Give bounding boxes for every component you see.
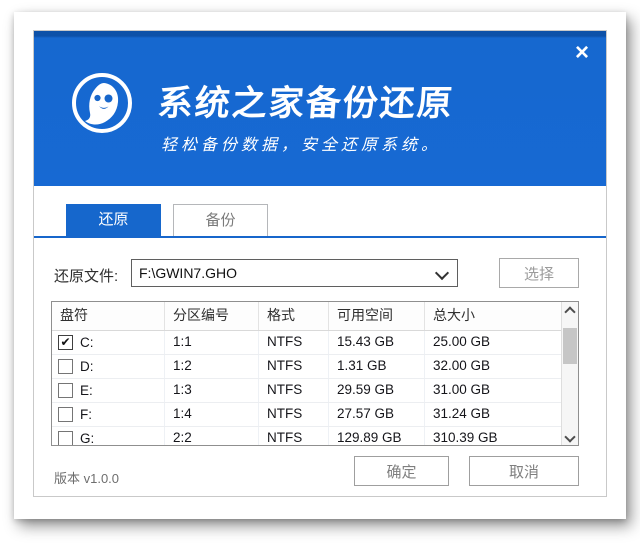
total-size-value: 32.00 GB	[425, 355, 561, 378]
row-checkbox[interactable]	[58, 359, 73, 374]
tab-restore[interactable]: 还原	[66, 204, 161, 236]
scroll-up-button[interactable]	[562, 302, 578, 318]
row-checkbox[interactable]	[58, 431, 73, 445]
drive-letter: E:	[80, 380, 93, 402]
tab-backup[interactable]: 备份	[173, 204, 268, 236]
tab-bar: 还原 备份	[66, 204, 268, 236]
app-subtitle: 轻松备份数据，安全还原系统。	[161, 131, 441, 155]
partition-id: 1:4	[165, 403, 259, 426]
chevron-down-icon	[564, 431, 575, 442]
partition-id: 1:3	[165, 379, 259, 402]
drive-letter: G:	[80, 428, 94, 446]
chevron-up-icon	[564, 306, 575, 317]
drive-letter: F:	[80, 404, 92, 426]
scrollbar-thumb[interactable]	[563, 328, 577, 364]
column-header-format[interactable]: 格式	[259, 302, 329, 330]
drive-letter: C:	[80, 332, 94, 354]
row-checkbox[interactable]: ✔	[58, 335, 73, 350]
total-size-value: 25.00 GB	[425, 331, 561, 354]
row-checkbox[interactable]	[58, 407, 73, 422]
free-space-value: 1.31 GB	[329, 355, 425, 378]
table-row[interactable]: F: 1:4 NTFS 27.57 GB 31.24 GB	[52, 403, 561, 427]
tab-underline	[34, 236, 606, 238]
partition-id: 1:2	[165, 355, 259, 378]
total-size-value: 31.24 GB	[425, 403, 561, 426]
dropdown-chevron-icon[interactable]	[435, 266, 449, 280]
column-header-free-space[interactable]: 可用空间	[329, 302, 425, 330]
table-row[interactable]: G: 2:2 NTFS 129.89 GB 310.39 GB	[52, 427, 561, 445]
restore-file-label: 还原文件:	[54, 265, 118, 286]
column-header-partition[interactable]: 分区编号	[165, 302, 259, 330]
scroll-down-button[interactable]	[562, 429, 578, 445]
drive-letter: D:	[80, 356, 94, 378]
ok-button[interactable]: 确定	[354, 456, 449, 486]
checkmark-icon: ✔	[60, 336, 70, 348]
restore-file-value: F:\GWIN7.GHO	[139, 265, 237, 281]
total-size-value: 31.00 GB	[425, 379, 561, 402]
format-value: NTFS	[259, 355, 329, 378]
close-icon: ×	[575, 39, 589, 66]
restore-file-combobox[interactable]: F:\GWIN7.GHO	[131, 259, 458, 287]
format-value: NTFS	[259, 427, 329, 445]
free-space-value: 27.57 GB	[329, 403, 425, 426]
column-header-total-size[interactable]: 总大小	[425, 302, 561, 330]
partition-table-body: 盘符 分区编号 格式 可用空间 总大小 ✔ C: 1:1 NTFS 15.43 …	[52, 302, 561, 445]
cancel-button[interactable]: 取消	[469, 456, 579, 486]
partition-id: 2:2	[165, 427, 259, 445]
table-row[interactable]: E: 1:3 NTFS 29.59 GB 31.00 GB	[52, 379, 561, 403]
version-label: 版本 v1.0.0	[54, 468, 119, 487]
partition-id: 1:1	[165, 331, 259, 354]
format-value: NTFS	[259, 403, 329, 426]
close-button[interactable]: ×	[568, 39, 596, 67]
table-scrollbar[interactable]	[561, 302, 578, 445]
row-checkbox[interactable]	[58, 383, 73, 398]
table-row[interactable]: D: 1:2 NTFS 1.31 GB 32.00 GB	[52, 355, 561, 379]
column-header-drive[interactable]: 盘符	[52, 302, 165, 330]
table-row[interactable]: ✔ C: 1:1 NTFS 15.43 GB 25.00 GB	[52, 331, 561, 355]
select-file-button[interactable]: 选择	[499, 258, 579, 288]
free-space-value: 129.89 GB	[329, 427, 425, 445]
partition-table: 盘符 分区编号 格式 可用空间 总大小 ✔ C: 1:1 NTFS 15.43 …	[51, 301, 579, 446]
app-window: 系统之家备份还原 轻松备份数据，安全还原系统。 × 还原 备份 还原文件: F:…	[33, 30, 607, 497]
free-space-value: 15.43 GB	[329, 331, 425, 354]
free-space-value: 29.59 GB	[329, 379, 425, 402]
window-matte: 系统之家备份还原 轻松备份数据，安全还原系统。 × 还原 备份 还原文件: F:…	[14, 12, 626, 519]
format-value: NTFS	[259, 379, 329, 402]
table-header-row: 盘符 分区编号 格式 可用空间 总大小	[52, 302, 561, 331]
ghost-logo-icon	[70, 71, 134, 135]
app-header: 系统之家备份还原 轻松备份数据，安全还原系统。 ×	[34, 31, 606, 186]
total-size-value: 310.39 GB	[425, 427, 561, 445]
format-value: NTFS	[259, 331, 329, 354]
app-title: 系统之家备份还原	[156, 75, 456, 126]
